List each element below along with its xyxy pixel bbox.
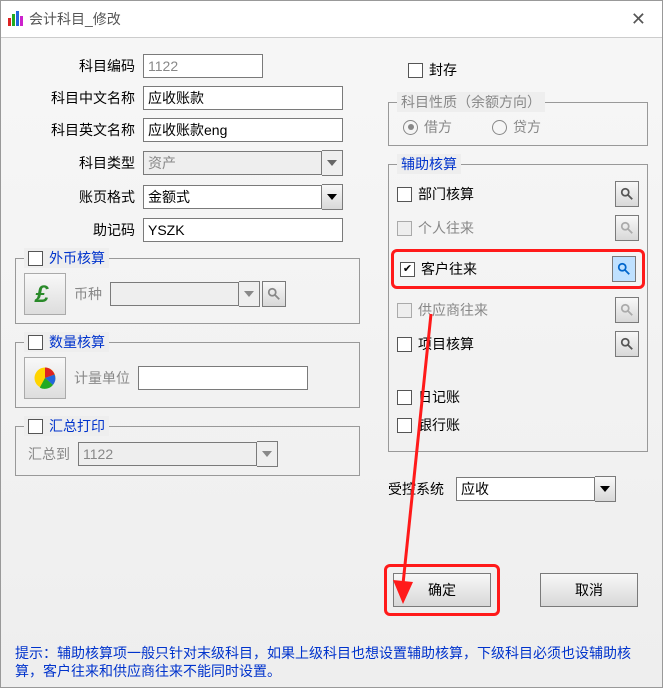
code-input: 1122	[143, 54, 263, 78]
journal-checkbox[interactable]	[397, 390, 412, 405]
qty-legend-label: 数量核算	[49, 332, 105, 352]
currency-icon: £	[24, 273, 66, 315]
chevron-down-icon[interactable]	[595, 476, 616, 502]
mnemonic-input[interactable]: YSZK	[143, 218, 343, 242]
supplier-search-button	[615, 297, 639, 323]
fx-legend-label: 外币核算	[49, 248, 105, 268]
person-checkbox-row: 个人往来	[397, 218, 474, 238]
customer-highlight: 客户往来	[391, 249, 645, 289]
dept-checkbox-row[interactable]: 部门核算	[397, 184, 474, 204]
supplier-checkbox	[397, 303, 412, 318]
aux-legend: 辅助核算	[397, 154, 461, 174]
button-row: 确定 取消	[384, 564, 638, 616]
chevron-down-icon	[322, 150, 343, 176]
sumprint-legend[interactable]: 汇总打印	[24, 416, 109, 436]
right-column: 封存 科目性质（余额方向） 借方 贷方 辅助核算 部门核算 个人往来	[388, 54, 648, 502]
ok-button[interactable]: 确定	[393, 573, 491, 607]
fx-checkbox[interactable]	[28, 251, 43, 266]
chevron-down-icon[interactable]	[322, 184, 343, 210]
page-fmt-value: 金额式	[143, 185, 322, 209]
unit-input	[138, 366, 308, 390]
label-currency: 币种	[74, 284, 102, 304]
account-edit-dialog: 会计科目_修改 ✕ 科目编码 1122 科目中文名称 应收账款 科目英文名称 应…	[0, 0, 663, 688]
type-select: 资产	[143, 150, 343, 176]
cn-name-input[interactable]: 应收账款	[143, 86, 343, 110]
cancel-button[interactable]: 取消	[540, 573, 638, 607]
label-type: 科目类型	[15, 153, 135, 173]
ctrl-system-value: 应收	[456, 477, 595, 501]
label-page-fmt: 账页格式	[15, 187, 135, 207]
help-tip: 提示：辅助核算项一般只针对末级科目，如果上级科目也想设置辅助核算，下级科目必须也…	[15, 644, 648, 680]
seal-label: 封存	[429, 60, 457, 80]
fx-fieldset: 外币核算 £ 币种	[15, 258, 360, 324]
left-column: 科目编码 1122 科目中文名称 应收账款 科目英文名称 应收账款eng 科目类…	[15, 54, 360, 476]
customer-checkbox-row[interactable]: 客户往来	[400, 259, 477, 279]
sum-to-value: 1122	[78, 442, 257, 466]
window-title: 会计科目_修改	[29, 9, 121, 29]
bank-checkbox-row[interactable]: 银行账	[397, 415, 460, 435]
label-unit: 计量单位	[74, 368, 130, 388]
project-search-button[interactable]	[615, 331, 639, 357]
app-icon	[7, 10, 25, 28]
qty-fieldset: 数量核算 计量单位	[15, 342, 360, 408]
dept-search-button[interactable]	[615, 181, 639, 207]
pie-icon	[24, 357, 66, 399]
sumprint-fieldset: 汇总打印 汇总到 1122	[15, 426, 360, 476]
svg-text:£: £	[34, 281, 49, 308]
label-ctrl-system: 受控系统	[388, 479, 444, 499]
label-cn-name: 科目中文名称	[15, 88, 135, 108]
chevron-down-icon	[257, 441, 278, 467]
dept-checkbox[interactable]	[397, 187, 412, 202]
currency-search-button	[262, 281, 286, 307]
nature-legend: 科目性质（余额方向）	[397, 92, 545, 112]
project-checkbox[interactable]	[397, 337, 412, 352]
person-search-button	[615, 215, 639, 241]
title-bar: 会计科目_修改 ✕	[1, 1, 662, 38]
client-area: 科目编码 1122 科目中文名称 应收账款 科目英文名称 应收账款eng 科目类…	[1, 38, 662, 688]
label-mnemonic: 助记码	[15, 220, 135, 240]
debit-radio: 借方	[403, 117, 452, 137]
ctrl-system-row: 受控系统 应收	[388, 476, 648, 502]
sumprint-checkbox[interactable]	[28, 419, 43, 434]
currency-value	[110, 282, 239, 306]
page-fmt-select[interactable]: 金额式	[143, 184, 343, 210]
label-code: 科目编码	[15, 56, 135, 76]
en-name-input[interactable]: 应收账款eng	[143, 118, 343, 142]
label-en-name: 科目英文名称	[15, 120, 135, 140]
journal-checkbox-row[interactable]: 日记账	[397, 387, 460, 407]
nature-fieldset: 科目性质（余额方向） 借方 贷方	[388, 102, 648, 146]
chevron-down-icon	[239, 281, 260, 307]
ok-highlight: 确定	[384, 564, 500, 616]
seal-checkbox[interactable]	[408, 63, 423, 78]
sumprint-legend-label: 汇总打印	[49, 416, 105, 436]
fx-legend[interactable]: 外币核算	[24, 248, 109, 268]
seal-checkbox-row[interactable]: 封存	[408, 60, 457, 80]
ctrl-system-select[interactable]: 应收	[456, 476, 616, 502]
aux-fieldset: 辅助核算 部门核算 个人往来 客户往来 供应商往来	[388, 164, 648, 452]
currency-select	[110, 281, 260, 307]
customer-checkbox[interactable]	[400, 262, 415, 277]
qty-legend[interactable]: 数量核算	[24, 332, 109, 352]
close-icon[interactable]: ✕	[621, 9, 656, 30]
customer-search-button[interactable]	[612, 256, 636, 282]
type-value: 资产	[143, 151, 322, 175]
person-checkbox	[397, 221, 412, 236]
project-checkbox-row[interactable]: 项目核算	[397, 334, 474, 354]
supplier-checkbox-row: 供应商往来	[397, 300, 488, 320]
qty-checkbox[interactable]	[28, 335, 43, 350]
sum-to-select: 1122	[78, 441, 278, 467]
credit-radio: 贷方	[492, 117, 541, 137]
bank-checkbox[interactable]	[397, 418, 412, 433]
label-sum-to: 汇总到	[28, 444, 70, 464]
